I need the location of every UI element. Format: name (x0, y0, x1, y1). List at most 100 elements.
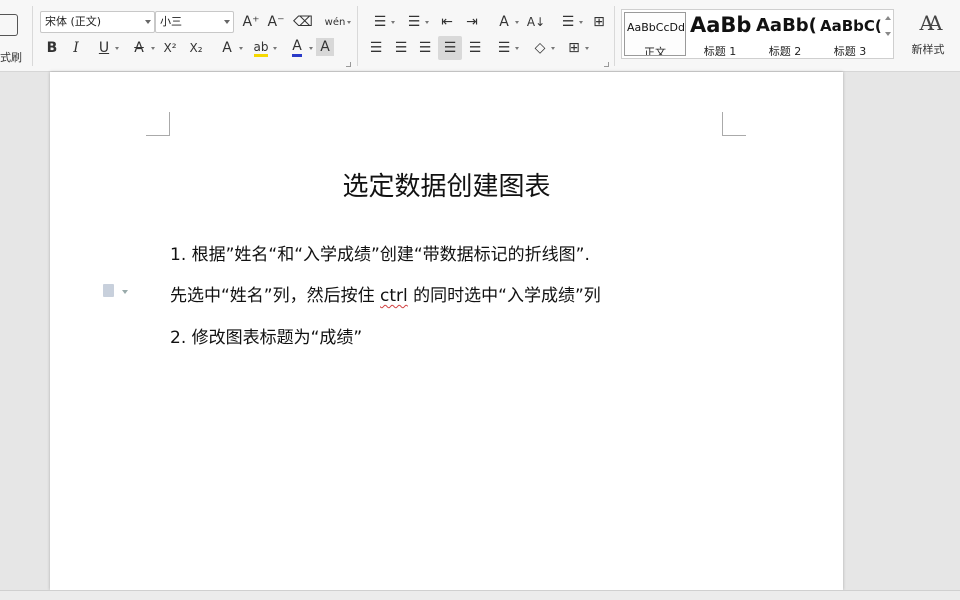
chevron-down-icon (273, 47, 277, 50)
style-name: 标题 3 (833, 45, 867, 56)
text-effect-button[interactable]: A (212, 37, 243, 59)
paragraph-step-1[interactable]: 1. 根据”姓名“和“入学成绩”创建“带数据标记的折线图”. (170, 240, 590, 265)
decrease-indent-icon: ⇤ (441, 14, 453, 30)
chevron-down-icon (239, 47, 243, 50)
chevron-down-icon (391, 21, 395, 24)
subscript-button[interactable]: X₂ (184, 37, 208, 59)
chevron-down-icon (515, 21, 519, 24)
chinese-layout-button[interactable]: A (490, 11, 519, 33)
distribute-button[interactable]: ☰ (464, 37, 486, 59)
font-name-select[interactable]: 宋体 (正文) (40, 11, 155, 33)
character-shading-button[interactable]: A (316, 38, 334, 56)
numbering-button[interactable]: ☰ (400, 11, 429, 33)
styles-gallery: AaBbCcDd 正文 AaBb 标题 1 AaBb( 标题 2 AaBbC( … (621, 9, 894, 59)
eraser-icon: ⌫ (293, 14, 313, 30)
line-spacing-button[interactable]: ☰ (490, 37, 519, 59)
separator (357, 6, 358, 66)
status-bar (0, 590, 960, 600)
document-page[interactable]: 选定数据创建图表 1. 根据”姓名“和“入学成绩”创建“带数据标记的折线图”. … (50, 72, 843, 590)
underline-button[interactable]: U (90, 37, 119, 59)
sort-icon: A↓ (526, 15, 546, 29)
grow-font-icon: A⁺ (242, 14, 260, 30)
chevron-down-icon (309, 47, 313, 50)
style-sample: AaBbCcDd (627, 21, 685, 34)
align-left-icon: ☰ (369, 40, 383, 56)
style-normal[interactable]: AaBbCcDd 正文 (624, 12, 686, 56)
italic-button[interactable]: I (66, 37, 86, 59)
text-effect-icon: A (222, 40, 232, 56)
strikethrough-icon: A (134, 40, 144, 56)
align-right-button[interactable]: ☰ (414, 37, 436, 59)
margin-corner-mark (146, 112, 170, 136)
justify-icon: ☰ (443, 40, 457, 56)
paragraph-step-2[interactable]: 2. 修改图表标题为“成绩” (170, 323, 362, 348)
font-dialog-launcher[interactable] (346, 62, 351, 67)
align-left-button[interactable]: ☰ (365, 37, 387, 59)
chevron-down-icon (585, 47, 589, 50)
sort-button[interactable]: A↓ (524, 11, 548, 33)
italic-icon: I (73, 40, 79, 56)
font-name-value: 宋体 (正文) (45, 15, 102, 28)
font-color-icon: A (292, 39, 302, 57)
chevron-down-icon (885, 32, 891, 36)
distribute-icon: ☰ (468, 40, 482, 56)
phonetic-guide-button[interactable]: wén (320, 11, 351, 33)
separator (32, 6, 33, 66)
style-heading-3[interactable]: AaBbC( 标题 3 (818, 12, 882, 56)
styles-scrollbar[interactable] (884, 12, 892, 56)
bold-button[interactable]: B (42, 37, 62, 59)
phonetic-icon: wén (324, 16, 346, 28)
decrease-indent-button[interactable]: ⇤ (436, 11, 458, 33)
new-style-label: 新样式 (911, 43, 945, 56)
highlight-button[interactable]: ab (246, 37, 277, 59)
font-size-select[interactable]: 小三 (155, 11, 234, 33)
paragraph-layout-button[interactable] (103, 283, 131, 299)
chevron-down-icon (551, 47, 555, 50)
align-center-icon: ☰ (394, 40, 408, 56)
bullets-button[interactable]: ☰ (366, 11, 395, 33)
new-style-button[interactable]: AA 新样式 (902, 9, 954, 61)
format-painter-button[interactable]: 式刷 (0, 8, 28, 64)
justify-button[interactable]: ☰ (438, 36, 462, 60)
underline-icon: U (98, 40, 110, 56)
paint-bucket-icon: ◇ (534, 40, 546, 56)
align-center-button[interactable]: ☰ (390, 37, 412, 59)
style-heading-2[interactable]: AaBb( 标题 2 (754, 12, 816, 56)
increase-indent-icon: ⇥ (466, 14, 478, 30)
paragraph-step-1-detail[interactable]: 先选中“姓名”列，然后按住 ctrl 的同时选中“入学成绩”列 (170, 281, 601, 306)
paragraph-text: 先选中“姓名”列，然后按住 (170, 286, 381, 306)
format-painter-icon (0, 14, 18, 36)
chevron-down-icon (145, 20, 151, 24)
margin-corner-mark (722, 112, 746, 136)
borders-button[interactable]: ⊞ (560, 37, 589, 59)
style-name: 标题 2 (768, 45, 802, 56)
style-sample: AaBb (690, 13, 752, 37)
bullet-list-icon: ☰ (373, 14, 387, 30)
paragraph-text: 的同时选中“入学成绩”列 (407, 286, 601, 306)
style-heading-1[interactable]: AaBb 标题 1 (688, 12, 752, 56)
line-spacing-menu-button[interactable]: ☰ (554, 11, 583, 33)
shading-button[interactable]: ◇ (526, 37, 555, 59)
chevron-up-icon (885, 16, 891, 20)
style-sample: AaBb( (756, 15, 816, 36)
show-marks-button[interactable]: ⊞ (588, 11, 610, 33)
line-spacing-icon: ☰ (561, 14, 575, 30)
separator (614, 6, 615, 66)
clear-format-button[interactable]: ⌫ (292, 11, 314, 33)
increase-indent-button[interactable]: ⇥ (461, 11, 483, 33)
paragraph-dialog-launcher[interactable] (604, 62, 609, 67)
grow-font-button[interactable]: A⁺ (240, 11, 262, 33)
superscript-button[interactable]: X² (158, 37, 182, 59)
format-painter-label: 式刷 (0, 51, 22, 64)
ribbon-toolbar: 式刷 宋体 (正文) 小三 A⁺ A⁻ ⌫ wén B I U A X² X₂ … (0, 0, 960, 72)
chevron-down-icon (224, 20, 230, 24)
font-color-button[interactable]: A (282, 37, 313, 59)
superscript-icon: X² (163, 41, 177, 55)
shrink-font-icon: A⁻ (267, 14, 285, 30)
strikethrough-button[interactable]: A (124, 37, 155, 59)
shrink-font-button[interactable]: A⁻ (265, 11, 287, 33)
show-marks-icon: ⊞ (593, 14, 605, 30)
style-sample: AaBbC( (820, 17, 882, 35)
bold-icon: B (46, 40, 58, 56)
document-title[interactable]: 选定数据创建图表 (50, 166, 843, 203)
